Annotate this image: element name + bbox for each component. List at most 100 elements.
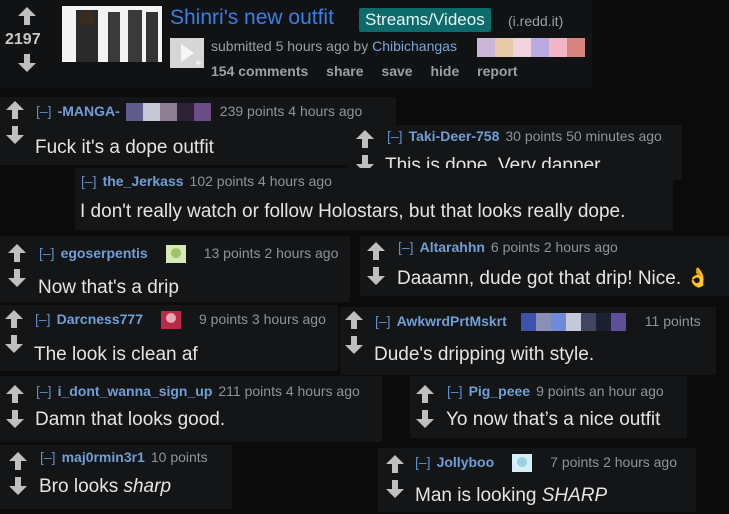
comment: [–] Darcness777 9 points 3 hours ago The l…	[0, 305, 338, 371]
comment-body: I don't really watch or follow Holostars…	[80, 201, 626, 222]
collapse-toggle[interactable]: [–]	[36, 103, 52, 119]
comment: [–] egoserpentis 13 points 2 hours ago Now…	[0, 236, 350, 302]
comment-body-italic: sharp	[123, 476, 172, 497]
comment-author[interactable]: Taki-Deer-758	[409, 128, 500, 144]
comment-author[interactable]: Altarahhn	[420, 239, 485, 255]
comment-author[interactable]: Darcness777	[57, 311, 143, 327]
collapse-toggle[interactable]: [–]	[447, 383, 463, 399]
comment-header: [–] the_Jerkass 102 points 4 hours ago	[81, 173, 332, 189]
user-flair-icons	[125, 103, 212, 122]
downvote-arrow-icon[interactable]	[415, 409, 435, 429]
downvote-arrow-icon[interactable]	[7, 268, 27, 288]
comment-body-text: Man is looking	[415, 485, 542, 506]
comment-points: 10 points	[150, 449, 208, 465]
upvote-arrow-icon[interactable]	[7, 243, 27, 263]
comment: [–] Altarahhn 6 points 2 hours ago Daaamn,…	[360, 236, 729, 296]
comment-body: Fuck it's a dope outfit	[35, 137, 214, 158]
post-actions: 154 comments share save hide report	[211, 63, 532, 79]
comment-author[interactable]: maj0rmin3r1	[62, 449, 145, 465]
author-flair-icons	[477, 38, 587, 57]
comment-header: [–] Altarahhn 6 points 2 hours ago	[398, 239, 618, 255]
post-domain[interactable]: (i.redd.it)	[508, 13, 563, 29]
user-flair-icons	[160, 311, 181, 330]
post-title[interactable]: Shinri's new outfit	[170, 6, 334, 30]
collapse-toggle[interactable]: [–]	[415, 454, 431, 470]
upvote-arrow-icon[interactable]	[4, 309, 24, 329]
collapse-toggle[interactable]: [–]	[35, 311, 51, 327]
report-button[interactable]: report	[477, 63, 517, 79]
comment-header: [–] Taki-Deer-758 30 points 50 minutes ago	[387, 128, 662, 144]
downvote-arrow-icon[interactable]	[344, 335, 364, 355]
save-button[interactable]: save	[381, 63, 412, 79]
comment: [–] AwkwrdPrtMskrt 11 points Dude's drippi…	[340, 307, 716, 375]
collapse-toggle[interactable]: [–]	[81, 173, 97, 189]
comment-author[interactable]: Pig_peee	[469, 383, 530, 399]
hide-button[interactable]: hide	[430, 63, 459, 79]
comment-points: 102 points 4 hours ago	[189, 173, 332, 189]
comment-header: [–] Darcness777 9 points 3 hours ago	[35, 311, 326, 330]
upvote-arrow-icon[interactable]	[17, 6, 37, 26]
post-flair[interactable]: Streams/Videos	[359, 8, 491, 32]
comment-author[interactable]: AwkwrdPrtMskrt	[397, 313, 507, 329]
share-button[interactable]: share	[326, 63, 363, 79]
comment: [–] i_dont_wanna_sign_up 211 points 4 hour…	[0, 376, 382, 442]
collapse-toggle[interactable]: [–]	[375, 313, 391, 329]
downvote-arrow-icon[interactable]	[8, 476, 28, 496]
comment-points: 239 points 4 hours ago	[219, 103, 363, 119]
comment-header: [–] egoserpentis 13 points 2 hours ago	[39, 245, 339, 264]
downvote-arrow-icon[interactable]	[4, 334, 24, 354]
comment: [–] Pig_peee 9 points an hour ago Yo now t…	[410, 376, 687, 438]
user-flair-icons	[512, 454, 533, 473]
comment-body: Daaamn, dude got that drip! Nice. 👌	[397, 268, 711, 289]
comment-points: 13 points 2 hours ago	[203, 245, 339, 261]
comment-author[interactable]: i_dont_wanna_sign_up	[58, 383, 213, 399]
comment: [–] -MANGA- 239 points 4 hours ago Fuck it…	[0, 97, 396, 165]
comment-points: 9 points an hour ago	[536, 383, 664, 399]
comment-body: The look is clean af	[34, 344, 198, 365]
post-score: 2197	[5, 31, 41, 48]
upvote-arrow-icon[interactable]	[366, 241, 386, 261]
comments-link[interactable]: 154 comments	[211, 63, 308, 79]
comment-header: [–] Pig_peee 9 points an hour ago	[447, 383, 664, 399]
downvote-arrow-icon[interactable]	[17, 53, 37, 73]
upvote-arrow-icon[interactable]	[5, 100, 25, 120]
user-flair-icons	[520, 313, 631, 332]
comment: [–] maj0rmin3r1 10 points Bro looks sharp	[0, 445, 232, 509]
collapse-toggle[interactable]: [–]	[387, 128, 403, 144]
collapse-toggle[interactable]: [–]	[40, 449, 56, 465]
comment-points: 6 points 2 hours ago	[490, 239, 618, 255]
comment-body: Yo now that’s a nice outfit	[446, 409, 661, 430]
downvote-arrow-icon[interactable]	[366, 266, 386, 286]
submitted-text: submitted 5 hours ago by	[211, 38, 369, 54]
comment-author[interactable]: -MANGA-	[58, 103, 120, 119]
image-expand-icon[interactable]: +	[170, 38, 204, 69]
comment-body: Dude's dripping with style.	[374, 344, 595, 365]
upvote-arrow-icon[interactable]	[8, 451, 28, 471]
downvote-arrow-icon[interactable]	[5, 125, 25, 145]
comment-author[interactable]: Jollyboo	[437, 454, 495, 470]
upvote-arrow-icon[interactable]	[415, 384, 435, 404]
comment-body-text: Bro looks	[39, 476, 124, 497]
comment-header: [–] maj0rmin3r1 10 points	[40, 449, 208, 465]
downvote-arrow-icon[interactable]	[5, 409, 25, 429]
comment-points: 9 points 3 hours ago	[198, 311, 326, 327]
post-tagline: submitted 5 hours ago by Chibichangas	[211, 38, 457, 54]
post-thumbnail[interactable]	[62, 6, 162, 62]
comment-points: 211 points 4 hours ago	[218, 383, 360, 399]
downvote-arrow-icon[interactable]	[385, 479, 405, 499]
comment-author[interactable]: the_Jerkass	[103, 173, 184, 189]
comment-body: Bro looks sharp	[39, 476, 171, 498]
upvote-arrow-icon[interactable]	[5, 384, 25, 404]
collapse-toggle[interactable]: [–]	[36, 383, 52, 399]
comment-body: Now that's a drip	[38, 277, 179, 298]
upvote-arrow-icon[interactable]	[385, 454, 405, 474]
comment-body-italic: SHARP	[541, 485, 608, 506]
upvote-arrow-icon[interactable]	[344, 310, 364, 330]
upvote-arrow-icon[interactable]	[355, 129, 375, 149]
comment-header: [–] Jollyboo 7 points 2 hours ago	[415, 454, 677, 473]
comment-author[interactable]: egoserpentis	[61, 245, 148, 261]
user-flair-icons	[165, 245, 186, 264]
collapse-toggle[interactable]: [–]	[39, 245, 55, 261]
collapse-toggle[interactable]: [–]	[398, 239, 414, 255]
post-author[interactable]: Chibichangas	[372, 38, 457, 54]
